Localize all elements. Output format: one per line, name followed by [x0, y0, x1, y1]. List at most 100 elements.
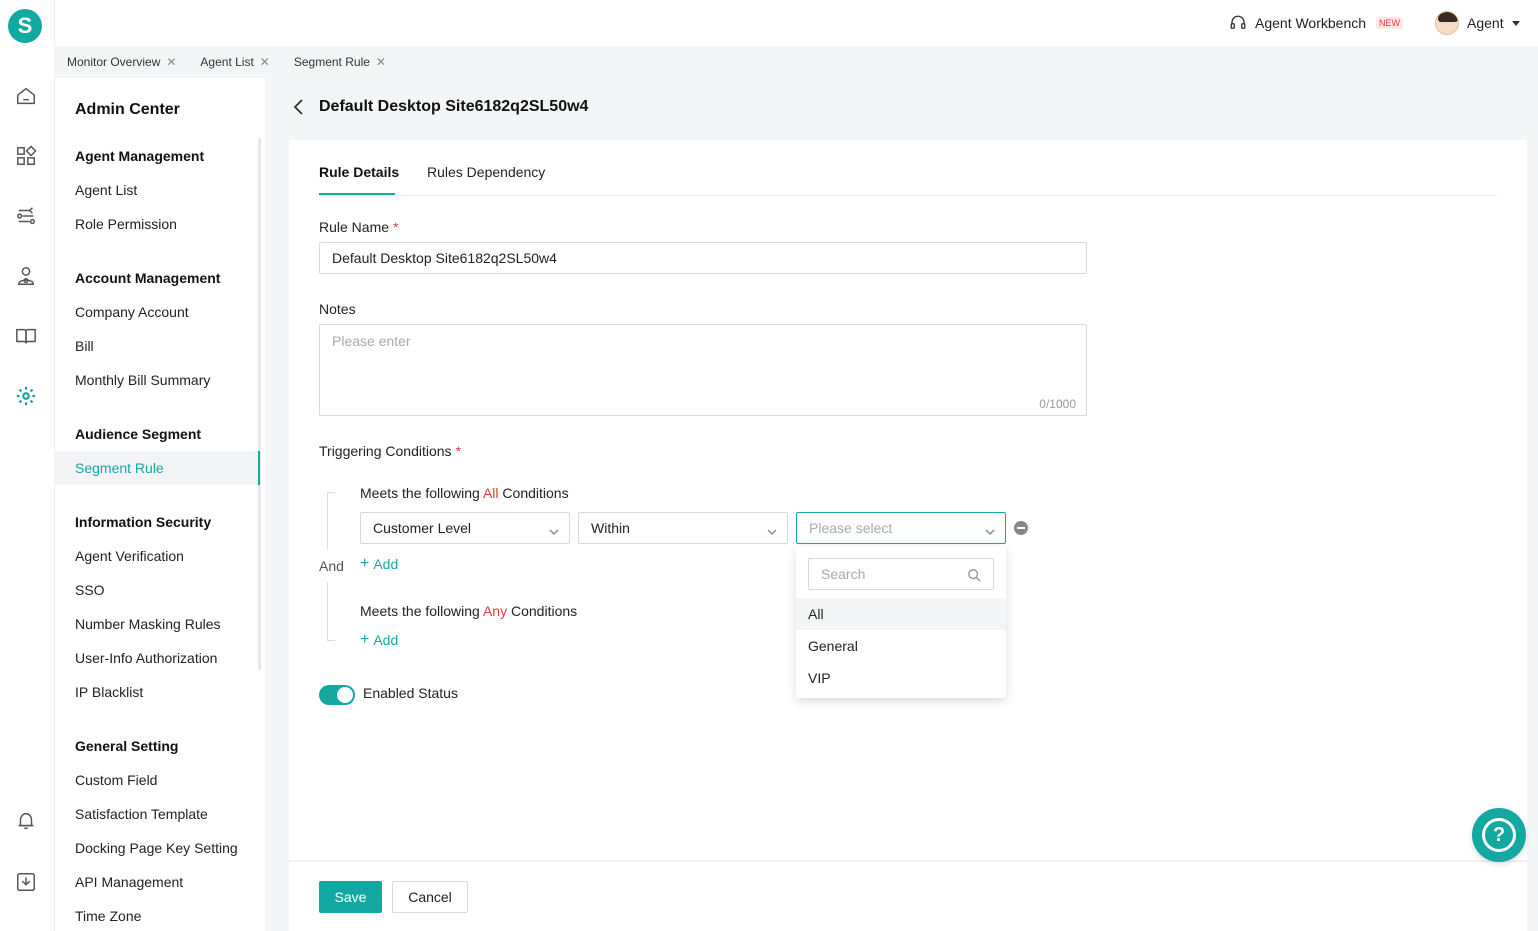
add-label: Add	[373, 556, 399, 572]
book-icon[interactable]	[14, 324, 38, 348]
dropdown-search-input[interactable]: Search	[808, 558, 994, 590]
remove-condition-button[interactable]	[1014, 521, 1028, 535]
dropdown-option-general[interactable]: General	[796, 630, 1006, 662]
new-badge: NEW	[1376, 17, 1404, 29]
condition-connector-tick	[327, 640, 335, 641]
page-tab-label: Agent List	[200, 55, 254, 69]
triggering-conditions-text: Triggering Conditions	[319, 443, 452, 459]
required-mark: *	[393, 219, 399, 235]
page-tab-strip: Monitor Overview ✕ Agent List ✕ Segment …	[55, 46, 1538, 78]
all-conditions-heading: Meets the following All Conditions	[360, 485, 569, 501]
sidebar-item-sso[interactable]: SSO	[75, 582, 105, 598]
notes-textarea[interactable]: Please enter 0/1000	[319, 324, 1087, 416]
download-icon[interactable]	[14, 870, 38, 894]
condition-value-select[interactable]: Please select	[796, 512, 1006, 544]
any-keyword: Any	[482, 603, 508, 619]
sidebar-item-monthly-bill-summary[interactable]: Monthly Bill Summary	[75, 372, 210, 388]
chevron-down-icon	[985, 524, 995, 535]
close-icon[interactable]: ✕	[260, 55, 270, 69]
rule-tabs: Rule Details Rules Dependency	[319, 156, 1497, 196]
routing-icon[interactable]	[14, 204, 38, 228]
all-keyword: All	[482, 485, 499, 501]
sidebar-item-docking-page-key-setting[interactable]: Docking Page Key Setting	[75, 840, 238, 856]
agent-workbench-label: Agent Workbench	[1255, 15, 1367, 31]
top-header: Agent Workbench NEW Agent	[55, 0, 1538, 46]
sidebar-item-custom-field[interactable]: Custom Field	[75, 772, 157, 788]
condition-connector-top	[327, 492, 328, 550]
chevron-down-icon	[549, 524, 559, 535]
conditions-suffix: Conditions	[507, 603, 578, 619]
conditions-suffix: Conditions	[498, 485, 569, 501]
sidebar-item-time-zone[interactable]: Time Zone	[75, 908, 141, 924]
notes-counter: 0/1000	[1039, 397, 1076, 411]
add-all-condition-button[interactable]: + Add	[360, 555, 399, 573]
page-tab-segment-rule[interactable]: Segment Rule ✕	[294, 55, 386, 69]
sidebar-item-agent-verification[interactable]: Agent Verification	[75, 548, 184, 564]
sidebar-item-ip-blacklist[interactable]: IP Blacklist	[75, 684, 143, 700]
required-mark: *	[455, 443, 462, 459]
condition-field-value: Customer Level	[373, 520, 472, 536]
rule-name-label: Rule Name *	[319, 219, 398, 235]
section-information-security: Information Security	[75, 514, 212, 530]
add-any-condition-button[interactable]: + Add	[360, 631, 399, 649]
close-icon[interactable]: ✕	[376, 55, 386, 69]
apps-grid-icon[interactable]	[14, 144, 38, 168]
conditions-prefix: Meets the following	[360, 603, 483, 619]
icon-rail: S	[0, 0, 55, 931]
condition-operator-select[interactable]: Within	[578, 512, 788, 544]
condition-connector-bottom	[327, 582, 328, 640]
dropdown-option-all[interactable]: All	[796, 598, 1006, 630]
enabled-status-toggle[interactable]	[319, 685, 355, 705]
section-audience-segment: Audience Segment	[75, 426, 202, 442]
dropdown-option-vip[interactable]: VIP	[796, 662, 1006, 694]
users-icon[interactable]	[14, 264, 38, 288]
plus-icon: +	[360, 555, 370, 572]
help-button[interactable]: ?	[1472, 808, 1526, 862]
brand-logo[interactable]: S	[8, 9, 42, 43]
and-label: And	[319, 558, 344, 574]
gear-icon[interactable]	[14, 384, 38, 408]
sidebar-item-role-permission[interactable]: Role Permission	[75, 216, 177, 232]
agent-workbench-link[interactable]: Agent Workbench NEW	[1229, 14, 1404, 32]
sidebar-title: Admin Center	[75, 101, 180, 118]
section-account-management: Account Management	[75, 270, 221, 286]
rule-name-input[interactable]: Default Desktop Site6182q2SL50w4	[319, 242, 1087, 274]
page-tab-monitor-overview[interactable]: Monitor Overview ✕	[67, 55, 176, 69]
rule-name-label-text: Rule Name	[319, 219, 390, 235]
search-icon	[968, 569, 981, 582]
user-name: Agent	[1467, 15, 1504, 31]
condition-value-dropdown: Search All General VIP	[796, 546, 1006, 698]
chevron-down-icon	[1511, 20, 1520, 26]
sidebar-item-user-info-authorization[interactable]: User-Info Authorization	[75, 650, 217, 666]
condition-field-select[interactable]: Customer Level	[360, 512, 570, 544]
chevron-down-icon	[767, 524, 777, 535]
user-menu[interactable]: Agent	[1435, 11, 1520, 35]
back-button[interactable]	[291, 98, 307, 116]
sidebar-item-agent-list[interactable]: Agent List	[75, 182, 137, 198]
add-label: Add	[373, 632, 399, 648]
sidebar-item-satisfaction-template[interactable]: Satisfaction Template	[75, 806, 208, 822]
conditions-prefix: Meets the following	[360, 485, 483, 501]
notes-placeholder: Please enter	[332, 333, 411, 349]
any-conditions-heading: Meets the following Any Conditions	[360, 603, 577, 619]
sidebar-scrollbar[interactable]	[258, 138, 261, 670]
sidebar-item-company-account[interactable]: Company Account	[75, 304, 189, 320]
sidebar-item-bill[interactable]: Bill	[75, 338, 94, 354]
sidebar-item-segment-rule[interactable]: Segment Rule	[55, 451, 260, 485]
triggering-conditions-label: Triggering Conditions *	[319, 443, 461, 459]
cancel-button[interactable]: Cancel	[392, 881, 468, 913]
save-button[interactable]: Save	[319, 881, 382, 913]
home-icon[interactable]	[14, 84, 38, 108]
bell-icon[interactable]	[14, 809, 38, 833]
plus-icon: +	[360, 631, 370, 648]
page-tab-agent-list[interactable]: Agent List ✕	[200, 55, 269, 69]
headset-icon	[1230, 15, 1246, 29]
tab-rule-details[interactable]: Rule Details	[319, 164, 399, 180]
close-icon[interactable]: ✕	[166, 55, 176, 69]
sidebar-item-api-management[interactable]: API Management	[75, 874, 183, 890]
tab-rules-dependency[interactable]: Rules Dependency	[427, 164, 545, 180]
sidebar-item-number-masking-rules[interactable]: Number Masking Rules	[75, 616, 221, 632]
rule-form-card: Rule Details Rules Dependency Rule Name *…	[289, 140, 1527, 860]
dropdown-search-placeholder: Search	[821, 566, 866, 582]
section-general-setting: General Setting	[75, 738, 179, 754]
